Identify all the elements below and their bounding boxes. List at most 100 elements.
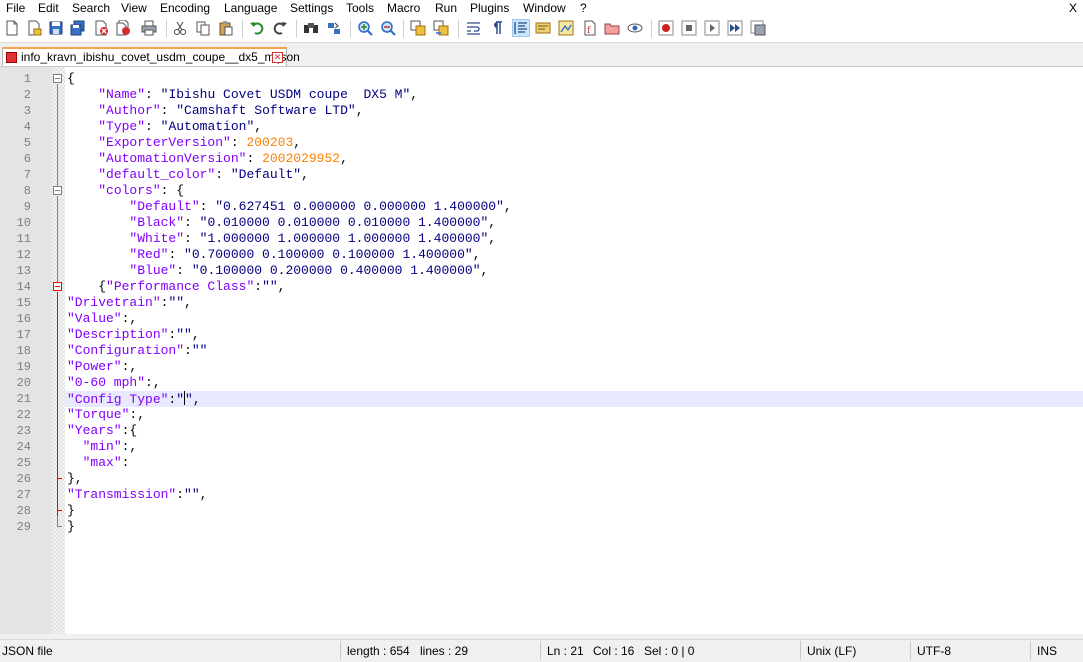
menu-tools[interactable]: Tools: [346, 0, 374, 16]
menu-file[interactable]: File: [6, 0, 25, 16]
menu-search[interactable]: Search: [72, 0, 110, 16]
code-line: "colors": {: [67, 183, 184, 199]
tab-close-icon[interactable]: ✕: [272, 52, 283, 63]
status-lines: lines : 29: [420, 644, 469, 658]
print-icon[interactable]: [141, 20, 157, 36]
close-all-icon[interactable]: [115, 20, 131, 36]
close-icon[interactable]: [93, 20, 109, 36]
json-punctuation: : {: [160, 183, 185, 198]
code-line: {"Performance Class":"",: [67, 279, 285, 295]
fold-end-mark: [57, 526, 62, 527]
menu-run[interactable]: Run: [435, 0, 457, 16]
status-eol-format[interactable]: Unix (LF): [807, 644, 856, 658]
code-line: "Torque":,: [67, 407, 145, 423]
line-number: 24: [16, 440, 31, 454]
save-all-icon[interactable]: [70, 20, 86, 36]
json-string: "0.627451 0.000000 0.000000 1.400000": [215, 199, 504, 214]
json-punctuation: ,: [488, 231, 497, 246]
menu-view[interactable]: View: [121, 0, 147, 16]
function-list-icon[interactable]: f: [582, 20, 598, 36]
json-string: "0.010000 0.010000 0.010000 1.400000": [199, 215, 489, 230]
json-punctuation: :: [176, 263, 192, 278]
toolbar-separator: [166, 20, 167, 38]
json-punctuation: ,: [472, 247, 481, 262]
editor[interactable]: { "Name": "Ibishu Covet USDM coupe DX5 M…: [0, 67, 1083, 634]
menu-help[interactable]: ?: [580, 0, 587, 16]
json-punctuation: :,: [121, 311, 138, 326]
word-wrap-icon[interactable]: [466, 20, 482, 36]
run-macro-multiple-icon[interactable]: [727, 20, 743, 36]
copy-icon[interactable]: [195, 20, 211, 36]
json-punctuation: :: [246, 151, 263, 166]
code-line: "default_color": "Default",: [67, 167, 309, 183]
status-insert-mode[interactable]: INS: [1037, 644, 1057, 658]
fold-toggle-line-14[interactable]: [53, 282, 62, 291]
line-number: 1: [23, 72, 31, 86]
json-string: ": [176, 392, 185, 407]
redo-icon[interactable]: [272, 20, 288, 36]
json-key: "Drivetrain": [67, 295, 161, 310]
json-key: "Power": [67, 359, 122, 374]
json-string: "": [262, 279, 278, 294]
menu-plugins[interactable]: Plugins: [470, 0, 509, 16]
folder-as-workspace-icon[interactable]: [604, 20, 620, 36]
toolbar-separator: [458, 20, 459, 38]
document-map-icon[interactable]: [558, 20, 574, 36]
replace-icon[interactable]: [326, 20, 342, 36]
code-line: "Description":"",: [67, 327, 200, 343]
json-string: "Automation": [160, 119, 255, 134]
json-punctuation: :: [184, 231, 200, 246]
tab-current-file[interactable]: info_kravn_ibishu_covet_usdm_coupe__dx5_…: [2, 47, 300, 66]
save-macro-icon[interactable]: [750, 20, 766, 36]
find-icon[interactable]: [303, 20, 319, 36]
monitoring-icon[interactable]: [627, 20, 643, 36]
indent-guide-icon[interactable]: [512, 19, 530, 37]
playback-macro-icon[interactable]: [704, 20, 720, 36]
fold-toggle-line-1[interactable]: [53, 74, 62, 83]
show-all-characters-icon[interactable]: [489, 20, 505, 36]
json-punctuation: :: [184, 215, 200, 230]
status-line-number[interactable]: Ln : 21: [547, 644, 584, 658]
undo-icon[interactable]: [249, 20, 265, 36]
open-file-icon[interactable]: [26, 20, 42, 36]
status-separator: [1030, 641, 1031, 660]
menu-edit[interactable]: Edit: [38, 0, 59, 16]
menu-window[interactable]: Window: [523, 0, 566, 16]
menu-macro[interactable]: Macro: [387, 0, 420, 16]
menu-settings[interactable]: Settings: [290, 0, 333, 16]
json-key: "Default": [129, 199, 200, 214]
zoom-out-icon[interactable]: [380, 20, 396, 36]
json-punctuation: :,: [129, 407, 146, 422]
sync-horizontal-icon[interactable]: [433, 20, 449, 36]
status-encoding[interactable]: UTF-8: [917, 644, 951, 658]
status-column[interactable]: Col : 16: [593, 644, 634, 658]
stop-recording-icon[interactable]: [681, 20, 697, 36]
json-punctuation: ,: [199, 487, 208, 502]
zoom-in-icon[interactable]: [357, 20, 373, 36]
json-string: "": [184, 487, 200, 502]
status-selection[interactable]: Sel : 0 | 0: [644, 644, 694, 658]
paste-icon[interactable]: [218, 20, 234, 36]
close-document-button[interactable]: X: [1069, 0, 1077, 16]
json-punctuation: {: [67, 279, 107, 294]
json-punctuation: [67, 215, 129, 230]
code-line: "Configuration":"": [67, 343, 207, 359]
save-icon[interactable]: [48, 20, 64, 36]
new-file-icon[interactable]: [4, 20, 20, 36]
json-punctuation: }: [67, 519, 75, 534]
json-key: "Performance Class": [106, 279, 255, 294]
menu-language[interactable]: Language: [224, 0, 277, 16]
json-key: "Transmission": [67, 487, 177, 502]
cut-icon[interactable]: [172, 20, 188, 36]
json-key: "ExporterVersion": [98, 135, 231, 150]
unsaved-file-icon: [6, 52, 17, 63]
code-line: "Drivetrain":"",: [67, 295, 192, 311]
status-separator: [910, 641, 911, 660]
json-punctuation: :: [168, 247, 185, 262]
record-macro-icon[interactable]: [658, 20, 674, 36]
fold-toggle-line-8[interactable]: [53, 186, 62, 195]
user-defined-language-icon[interactable]: [535, 20, 551, 36]
menu-encoding[interactable]: Encoding: [160, 0, 210, 16]
code-line: "White": "1.000000 1.000000 1.000000 1.4…: [67, 231, 496, 247]
sync-vertical-icon[interactable]: [410, 20, 426, 36]
